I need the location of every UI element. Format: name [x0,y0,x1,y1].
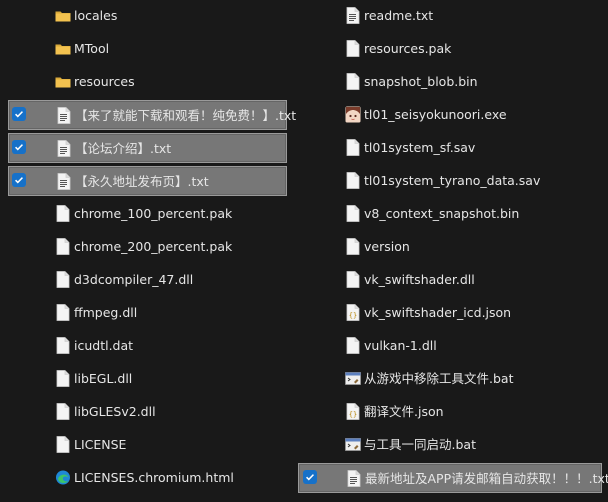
text-file-icon [56,173,72,190]
file-icon [55,205,71,222]
file-name-label: tl01_seisyokunoori.exe [364,107,507,122]
file-name-label: 从游戏中移除工具文件.bat [364,371,514,386]
file-name-label: libEGL.dll [74,371,133,386]
file-item-readme-txt[interactable]: readme.txt [341,1,591,31]
file-name-label: ffmpeg.dll [74,305,138,320]
folder-icon [55,40,71,57]
file-icon [55,238,71,255]
file-name-label: version [364,239,410,254]
file-name-label: LICENSE [74,437,127,452]
file-item-icudtl-dat[interactable]: icudtl.dat [51,331,301,361]
file-icon [345,139,361,156]
file-icon [345,271,361,288]
file-item-locales[interactable]: locales [51,1,301,31]
checkbox-checked-icon[interactable] [303,470,317,484]
file-item-json[interactable]: {} 翻译文件.json [341,397,591,427]
file-name-label: libGLESv2.dll [74,404,156,419]
svg-text:{}: {} [349,312,357,320]
file-item-resources-pak[interactable]: resources.pak [341,34,591,64]
file-icon [55,370,71,387]
file-name-label: 【来了就能下载和观看！纯免费！】.txt [75,108,297,123]
file-item-tl01-seisyokunoori-exe[interactable]: tl01_seisyokunoori.exe [341,100,591,130]
edge-html-icon [55,469,71,486]
app-exe-icon [345,106,361,123]
file-item-tl01system-sf-sav[interactable]: tl01system_sf.sav [341,133,591,163]
checkbox-checked-icon[interactable] [12,140,26,154]
file-icon [345,238,361,255]
file-item-ffmpeg-dll[interactable]: ffmpeg.dll [51,298,301,328]
file-item-libglesv2-dll[interactable]: libGLESv2.dll [51,397,301,427]
file-name-label: locales [74,8,118,23]
file-icon [55,271,71,288]
file-name-label: chrome_100_percent.pak [74,206,233,221]
text-file-icon [345,7,361,24]
file-item-bat[interactable]: 从游戏中移除工具文件.bat [341,364,591,394]
text-file-icon [346,470,362,487]
text-file-icon [56,140,72,157]
file-name-label: snapshot_blob.bin [364,74,478,89]
file-name-label: MTool [74,41,110,56]
file-name-label: 【论坛介绍】.txt [75,141,172,156]
file-item-version[interactable]: version [341,232,591,262]
file-item-vk-swiftshader-dll[interactable]: vk_swiftshader.dll [341,265,591,295]
file-icon [55,436,71,453]
file-name-label: vulkan-1.dll [364,338,437,353]
file-item-txt[interactable]: 【论坛介绍】.txt [8,133,287,163]
file-item-bat[interactable]: 与工具一同启动.bat [341,430,591,460]
file-icon [345,40,361,57]
file-name-label: readme.txt [364,8,434,23]
file-name-label: tl01system_sf.sav [364,140,476,155]
file-list-pane: locales MTool resources 【来了就能下载和观看！纯免费！】… [0,0,608,502]
file-item-vulkan-1-dll[interactable]: vulkan-1.dll [341,331,591,361]
file-name-label: 【永久地址发布页】.txt [75,174,209,189]
file-icon [345,73,361,90]
file-name-label: vk_swiftshader.dll [364,272,475,287]
json-file-icon: {} [345,403,361,420]
svg-text:{}: {} [349,411,357,419]
batch-file-icon [345,370,361,387]
file-item-txt[interactable]: 【来了就能下载和观看！纯免费！】.txt [8,100,296,130]
file-icon [55,337,71,354]
file-item-txt[interactable]: 【永久地址发布页】.txt [8,166,287,196]
file-item-d3dcompiler-47-dll[interactable]: d3dcompiler_47.dll [51,265,301,295]
file-item-vk-swiftshader-icd-json[interactable]: {} vk_swiftshader_icd.json [341,298,591,328]
json-file-icon: {} [345,304,361,321]
file-name-label: LICENSES.chromium.html [74,470,234,485]
file-icon [55,304,71,321]
folder-icon [55,73,71,90]
file-icon [345,337,361,354]
checkbox-checked-icon[interactable] [12,173,26,187]
file-item-v8-context-snapshot-bin[interactable]: v8_context_snapshot.bin [341,199,591,229]
file-item-mtool[interactable]: MTool [51,34,301,64]
file-item-licenses-chromium-html[interactable]: LICENSES.chromium.html [51,463,301,493]
checkbox-checked-icon[interactable] [12,107,26,121]
file-item-resources[interactable]: resources [51,67,301,97]
file-item-app-txt[interactable]: 最新地址及APP请发邮箱自动获取！！！.txt [298,463,608,493]
file-icon [345,172,361,189]
file-name-label: d3dcompiler_47.dll [74,272,194,287]
file-item-snapshot-blob-bin[interactable]: snapshot_blob.bin [341,67,591,97]
text-file-icon [56,107,72,124]
file-item-chrome-200-percent-pak[interactable]: chrome_200_percent.pak [51,232,301,262]
file-item-tl01system-tyrano-data-sav[interactable]: tl01system_tyrano_data.sav [341,166,591,196]
file-name-label: resources [74,74,135,89]
file-icon [55,403,71,420]
file-name-label: 与工具一同启动.bat [364,437,476,452]
file-name-label: resources.pak [364,41,452,56]
file-icon [345,205,361,222]
file-name-label: chrome_200_percent.pak [74,239,233,254]
file-item-chrome-100-percent-pak[interactable]: chrome_100_percent.pak [51,199,301,229]
batch-file-icon [345,436,361,453]
file-name-label: tl01system_tyrano_data.sav [364,173,541,188]
file-item-libegl-dll[interactable]: libEGL.dll [51,364,301,394]
file-item-license[interactable]: LICENSE [51,430,301,460]
file-name-label: vk_swiftshader_icd.json [364,305,512,320]
file-name-label: 翻译文件.json [364,404,444,419]
file-name-label: 最新地址及APP请发邮箱自动获取！！！.txt [365,471,608,486]
file-name-label: icudtl.dat [74,338,134,353]
file-name-label: v8_context_snapshot.bin [364,206,520,221]
folder-icon [55,7,71,24]
